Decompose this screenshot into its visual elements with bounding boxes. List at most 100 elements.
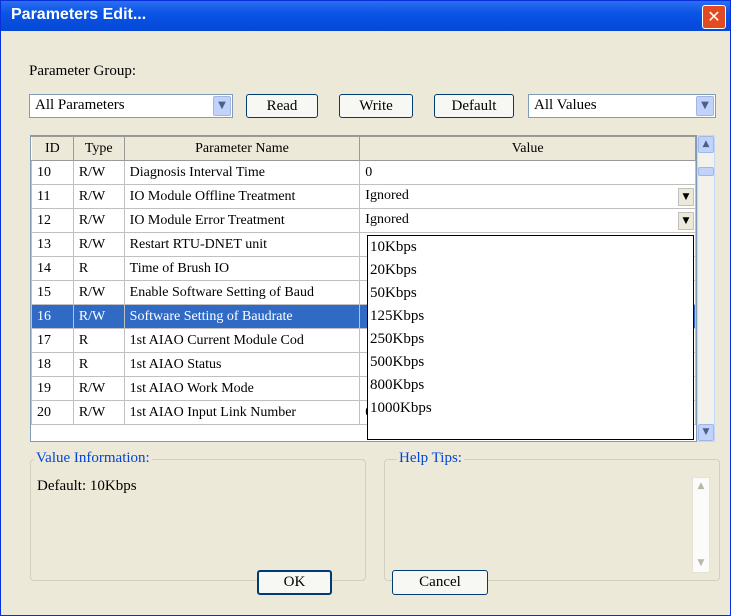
dropdown-option[interactable]: 20Kbps: [368, 259, 693, 282]
parameter-group-label: Parameter Group:: [29, 63, 137, 79]
cancel-button[interactable]: Cancel: [392, 570, 488, 595]
values-filter-select[interactable]: All Values ▼: [528, 94, 716, 118]
dropdown-option[interactable]: 1000Kbps: [368, 397, 693, 420]
dropdown-option[interactable]: 50Kbps: [368, 282, 693, 305]
write-button[interactable]: Write: [339, 94, 413, 118]
dropdown-option[interactable]: 500Kbps: [368, 351, 693, 374]
cell-id-text: 13: [37, 236, 51, 252]
cell-type: R/W: [72, 232, 125, 257]
table-scrollbar[interactable]: ▲ ▼: [697, 135, 715, 442]
read-button[interactable]: Read: [246, 94, 318, 118]
cell-id-text: 19: [37, 380, 51, 396]
cell-id: 19: [31, 376, 74, 401]
chevron-down-icon[interactable]: ▼: [696, 96, 714, 116]
table-row[interactable]: 10 R/W Diagnosis Interval Time 0: [31, 160, 696, 185]
cell-value[interactable]: 0: [359, 160, 696, 185]
table-row[interactable]: 12 R/W IO Module Error Treatment Ignored ▼: [31, 208, 696, 233]
title-bar[interactable]: Parameters Edit... ✕: [1, 1, 730, 31]
cell-type: R: [72, 328, 125, 353]
cell-name: 1st AIAO Status: [123, 352, 361, 377]
help-tips-legend: Help Tips:: [397, 450, 464, 467]
cell-value[interactable]: Ignored ▼: [359, 184, 696, 209]
scroll-thumb[interactable]: [698, 167, 714, 176]
dropdown-option[interactable]: 800Kbps: [368, 374, 693, 397]
cell-id-text: 11: [37, 188, 51, 204]
cell-name-text: 1st AIAO Status: [129, 356, 222, 372]
cell-id-text: 16: [37, 308, 51, 324]
cell-id-text: 14: [37, 260, 51, 276]
cell-name-text: 1st AIAO Work Mode: [129, 380, 254, 396]
dropdown-option[interactable]: 250Kbps: [368, 328, 693, 351]
cell-value-text: Ignored: [365, 211, 409, 227]
cell-value-text: 0: [365, 164, 373, 180]
cell-name: 1st AIAO Input Link Number: [123, 400, 361, 425]
cell-name: Time of Brush IO: [123, 256, 361, 281]
cell-name-text: Restart RTU-DNET unit: [129, 236, 267, 252]
cell-id: 15: [31, 280, 74, 305]
cell-name: IO Module Offline Treatment: [123, 184, 361, 209]
window-title: Parameters Edit...: [11, 6, 147, 23]
cell-type-text: R: [78, 332, 89, 348]
cell-type: R/W: [72, 184, 125, 209]
baudrate-dropdown-list[interactable]: 10Kbps 20Kbps 50Kbps 125Kbps 250Kbps 500Kbps 8…: [367, 235, 694, 440]
scroll-up-icon[interactable]: ▲: [698, 136, 714, 153]
default-button[interactable]: Default: [434, 94, 514, 118]
cell-name: 1st AIAO Work Mode: [123, 376, 361, 401]
chevron-down-icon[interactable]: ▼: [678, 187, 694, 206]
chevron-down-icon[interactable]: ▼: [678, 211, 694, 230]
value-information-text: Default: 10Kbps: [37, 478, 137, 494]
cell-value-text: Ignored: [365, 187, 409, 203]
cell-type-text: R/W: [78, 404, 106, 420]
column-header-parameter-name[interactable]: Parameter Name: [123, 136, 361, 161]
cell-type: R/W: [72, 280, 125, 305]
cell-name: Software Setting of Baudrate: [123, 304, 361, 329]
scroll-down-icon[interactable]: ▼: [693, 555, 709, 572]
values-filter-value: All Values: [534, 97, 597, 113]
parameter-group-value: All Parameters: [35, 97, 125, 113]
cell-name-text: Enable Software Setting of Baud: [129, 284, 314, 300]
cell-name-text: 1st AIAO Current Module Cod: [129, 332, 304, 348]
cell-id: 16: [31, 304, 74, 329]
cell-name-text: Software Setting of Baudrate: [129, 308, 293, 324]
cell-name: Enable Software Setting of Baud: [123, 280, 361, 305]
cell-value[interactable]: Ignored ▼: [359, 208, 696, 233]
cell-id: 10: [31, 160, 74, 185]
cell-id-text: 12: [37, 212, 51, 228]
cell-type: R/W: [72, 400, 125, 425]
cell-id: 17: [31, 328, 74, 353]
cell-type-text: R/W: [78, 188, 106, 204]
cell-type-text: R/W: [78, 380, 106, 396]
scroll-up-icon[interactable]: ▲: [693, 478, 709, 495]
chevron-down-icon[interactable]: ▼: [213, 96, 231, 116]
table-row[interactable]: 11 R/W IO Module Offline Treatment Ignored ▼: [31, 184, 696, 209]
parameter-group-select[interactable]: All Parameters ▼: [29, 94, 233, 118]
cell-type-text: R/W: [78, 236, 106, 252]
cell-type-text: R/W: [78, 212, 106, 228]
dropdown-option[interactable]: 10Kbps: [368, 236, 693, 259]
column-header-value[interactable]: Value: [359, 136, 696, 161]
cell-id-text: 10: [37, 164, 51, 180]
cell-name-text: IO Module Error Treatment: [129, 212, 285, 228]
cell-type: R/W: [72, 376, 125, 401]
cell-name-text: Time of Brush IO: [129, 260, 230, 276]
column-header-type[interactable]: Type: [72, 136, 125, 161]
column-header-id[interactable]: ID: [31, 136, 74, 161]
cell-id: 20: [31, 400, 74, 425]
cell-type: R/W: [72, 208, 125, 233]
cell-type-text: R/W: [78, 164, 106, 180]
cell-type-text: R/W: [78, 284, 106, 300]
scroll-down-icon[interactable]: ▼: [698, 424, 714, 441]
cell-id: 13: [31, 232, 74, 257]
cell-type: R/W: [72, 304, 125, 329]
cell-id: 18: [31, 352, 74, 377]
cell-type-text: R/W: [78, 308, 106, 324]
dropdown-option[interactable]: 125Kbps: [368, 305, 693, 328]
cell-name: Diagnosis Interval Time: [123, 160, 361, 185]
close-icon[interactable]: ✕: [702, 5, 726, 29]
help-tips-scrollbar[interactable]: ▲ ▼: [692, 477, 710, 573]
help-tips-group: Help Tips: ▲ ▼: [384, 450, 720, 581]
cell-type-text: R: [78, 356, 89, 372]
cell-id-text: 18: [37, 356, 51, 372]
cell-id-text: 17: [37, 332, 51, 348]
ok-button[interactable]: OK: [257, 570, 332, 595]
